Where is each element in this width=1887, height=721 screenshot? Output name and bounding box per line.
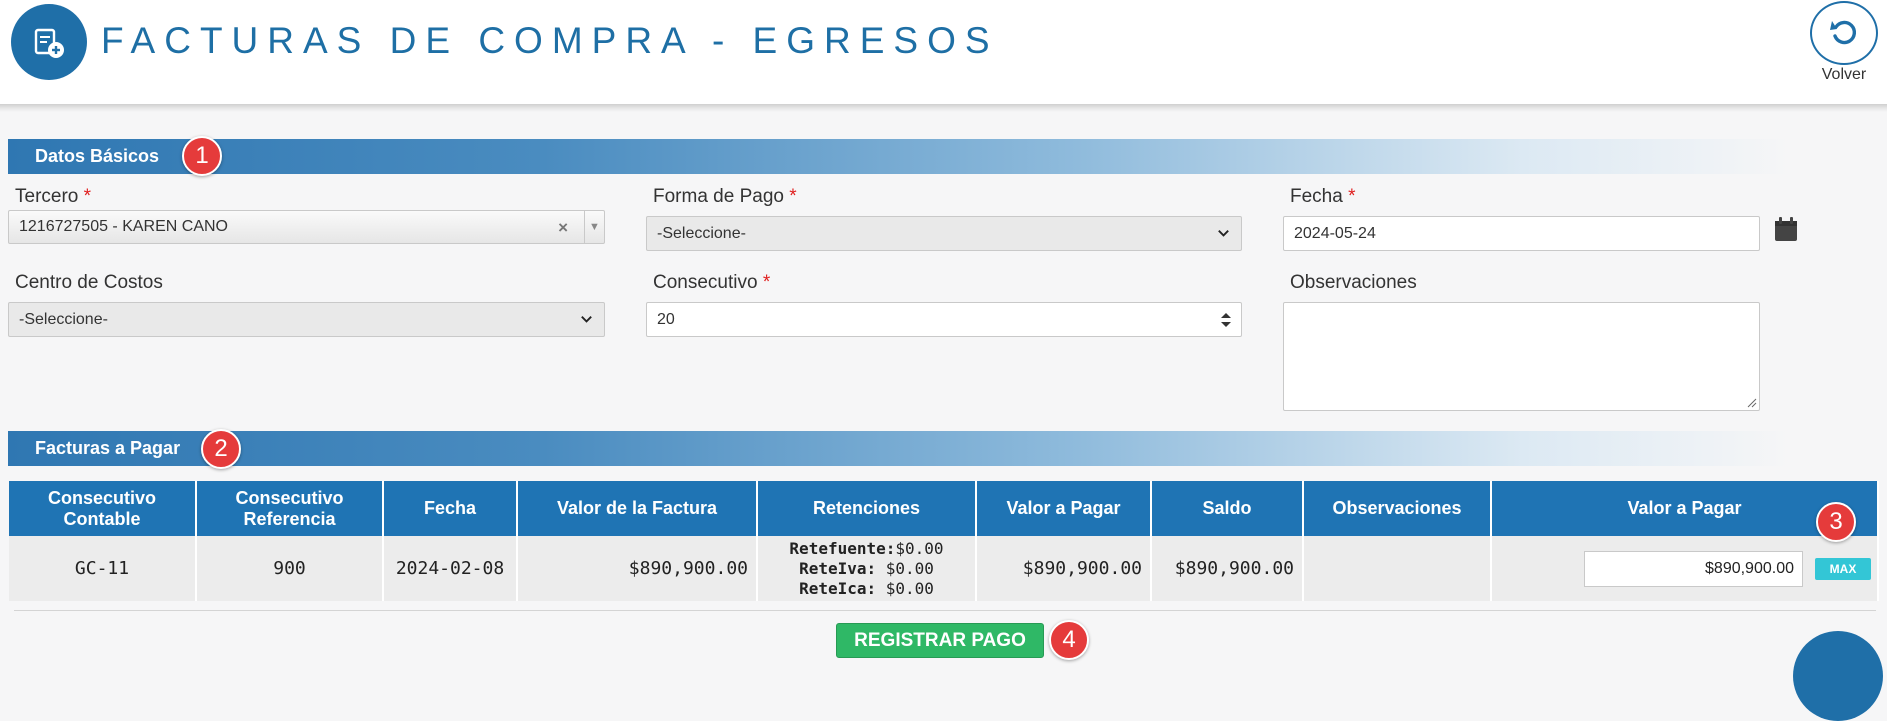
chevron-down-icon <box>1218 230 1229 237</box>
calendar-icon[interactable] <box>1774 216 1798 242</box>
table-row: GC-11 900 2024-02-08 $890,900.00 Retefue… <box>9 536 1879 601</box>
col-saldo: Saldo <box>1151 481 1304 536</box>
header-divider <box>0 104 1887 112</box>
forma-pago-label: Forma de Pago * <box>653 186 797 207</box>
col-observaciones: Observaciones <box>1303 481 1492 536</box>
consecutivo-label: Consecutivo * <box>653 272 771 293</box>
col-fecha: Fecha <box>383 481 518 536</box>
table-header-row: Consecutivo Contable Consecutivo Referen… <box>9 481 1879 536</box>
col-valor-factura: Valor de la Factura <box>517 481 758 536</box>
step-badge: 1 <box>182 136 222 176</box>
tercero-value: 1216727505 - KAREN CANO <box>19 218 228 235</box>
retefuente-line: Retefuente:$0.00 <box>789 538 944 558</box>
cell-consecutivo-contable: GC-11 <box>9 536 197 601</box>
step-badge: 4 <box>1049 620 1089 660</box>
forma-pago-select[interactable]: -Seleccione- <box>646 216 1242 251</box>
cell-observaciones <box>1303 536 1492 601</box>
invoice-add-icon <box>11 4 87 80</box>
cell-valor-factura: $890,900.00 <box>517 536 758 601</box>
fecha-input[interactable]: 2024-05-24 <box>1283 216 1760 251</box>
step-badge: 2 <box>201 429 241 469</box>
centro-costos-label: Centro de Costos <box>15 272 163 293</box>
facturas-table: Consecutivo Contable Consecutivo Referen… <box>9 481 1879 601</box>
consecutivo-value: 20 <box>657 310 675 328</box>
observaciones-textarea[interactable] <box>1283 302 1760 411</box>
number-stepper-icon[interactable] <box>1219 311 1233 329</box>
cell-valor-pagar: $890,900.00 <box>976 536 1152 601</box>
cell-consecutivo-referencia: 900 <box>196 536 384 601</box>
dropdown-arrow-icon[interactable]: ▼ <box>584 211 604 243</box>
cell-saldo: $890,900.00 <box>1151 536 1304 601</box>
tercero-label: Tercero * <box>15 186 92 207</box>
page-title: FACTURAS DE COMPRA - EGRESOS <box>101 20 999 61</box>
section-facturas-pagar: Facturas a Pagar <box>8 431 1790 466</box>
consecutivo-input[interactable]: 20 <box>646 302 1242 337</box>
cell-pago-input: $890,900.00 MAX <box>1491 536 1879 601</box>
step-badge: 3 <box>1816 502 1856 542</box>
chat-icon[interactable] <box>1793 631 1883 721</box>
col-retenciones: Retenciones <box>757 481 977 536</box>
col-consecutivo-referencia: Consecutivo Referencia <box>196 481 384 536</box>
observaciones-label: Observaciones <box>1290 272 1417 293</box>
section-title: Datos Básicos <box>35 146 160 166</box>
page-header: FACTURAS DE COMPRA - EGRESOS Volver <box>0 0 1887 104</box>
col-consecutivo-contable: Consecutivo Contable <box>9 481 197 536</box>
divider <box>14 610 1876 611</box>
section-title: Facturas a Pagar <box>35 438 181 458</box>
clear-icon[interactable]: × <box>558 218 568 238</box>
back-button-label[interactable]: Volver <box>1810 66 1878 84</box>
forma-pago-value: -Seleccione- <box>657 224 746 242</box>
cell-retenciones: Retefuente:$0.00 ReteIva: $0.00 ReteIca:… <box>757 536 977 601</box>
max-button[interactable]: MAX <box>1815 557 1871 580</box>
section-datos-basicos: Datos Básicos <box>8 139 1790 174</box>
valor-pagar-input[interactable]: $890,900.00 <box>1584 550 1803 587</box>
reteiva-line: ReteIva: $0.00 <box>799 558 934 578</box>
fecha-value: 2024-05-24 <box>1294 224 1376 242</box>
fecha-label: Fecha * <box>1290 186 1356 207</box>
tercero-select[interactable]: 1216727505 - KAREN CANO × ▼ <box>8 210 605 244</box>
cell-fecha: 2024-02-08 <box>383 536 518 601</box>
centro-costos-value: -Seleccione- <box>19 310 108 328</box>
reteica-line: ReteIca: $0.00 <box>799 578 934 598</box>
back-button[interactable] <box>1810 1 1878 65</box>
registrar-pago-button[interactable]: REGISTRAR PAGO <box>836 623 1044 658</box>
chevron-down-icon <box>581 316 592 323</box>
undo-icon <box>1830 20 1857 45</box>
resize-handle-icon[interactable] <box>1747 398 1757 408</box>
col-valor-pagar: Valor a Pagar <box>976 481 1152 536</box>
centro-costos-select[interactable]: -Seleccione- <box>8 302 605 337</box>
